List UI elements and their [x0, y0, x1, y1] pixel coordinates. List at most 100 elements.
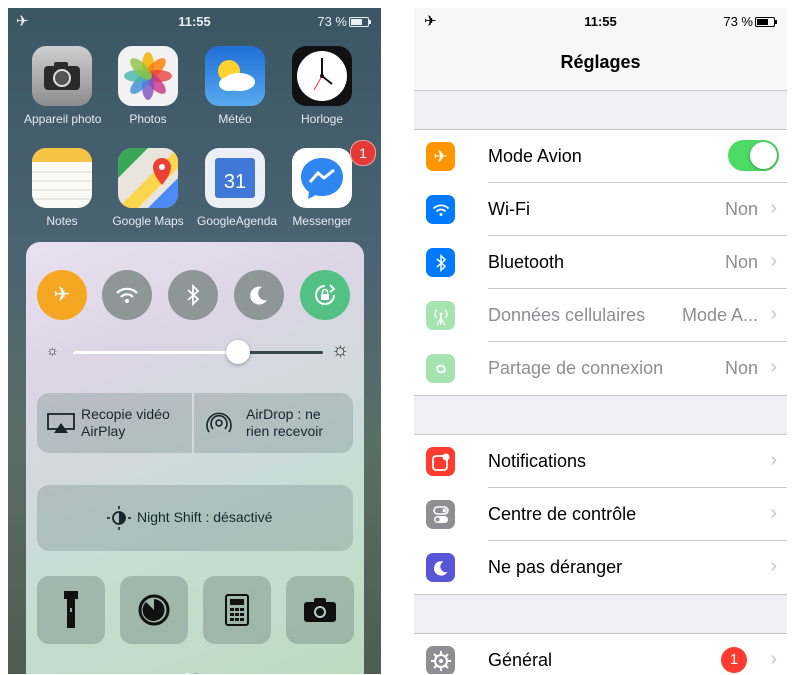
settings-row-hotspot[interactable]: Partage de connexion Non › — [414, 342, 787, 395]
airplay-mirroring-button[interactable]: Recopie vidéo AirPlay — [37, 393, 192, 453]
night-shift-label: Night Shift : désactivé — [137, 509, 273, 525]
settings-row-wifi[interactable]: Wi-Fi Non › — [414, 183, 787, 236]
update-badge: 1 — [721, 647, 747, 673]
row-label: Mode Avion — [488, 146, 582, 166]
app-label: Google Maps — [112, 214, 184, 228]
brightness-low-icon: ☼ — [46, 342, 59, 358]
brightness-thumb[interactable] — [226, 340, 250, 364]
brightness-high-icon: ☼ — [331, 339, 350, 361]
row-label: Bluetooth — [488, 252, 565, 272]
night-shift-button[interactable]: Night Shift : désactivé — [37, 485, 353, 551]
bluetooth-toggle[interactable] — [168, 270, 218, 320]
notification-badge: 1 — [350, 140, 376, 166]
settings-row-bluetooth[interactable]: Bluetooth Non › — [414, 236, 787, 289]
app-camera[interactable]: Appareil photo — [24, 46, 102, 126]
settings-row-general[interactable]: Général 1 › — [414, 634, 787, 674]
google-calendar-app-icon: 31 — [205, 148, 265, 208]
airdrop-icon — [206, 412, 232, 433]
navigation-bar: Réglages — [414, 34, 787, 91]
battery-icon — [349, 17, 371, 27]
settings-group-connectivity: ✈ Mode Avion Wi-Fi Non › Bluetooth Non › — [414, 129, 787, 396]
notes-app-icon — [32, 148, 92, 208]
airplay-label-line1: Recopie vidéo — [81, 406, 170, 422]
airplane-icon: ✈ — [426, 142, 455, 171]
row-value: Non — [724, 252, 758, 272]
chevron-right-icon: › — [770, 555, 777, 577]
app-label: Photos — [129, 112, 167, 126]
app-label: Messenger — [292, 214, 352, 228]
battery-icon — [755, 17, 777, 27]
airdrop-label-line1: AirDrop : ne — [246, 406, 321, 422]
page-indicator — [185, 665, 203, 674]
app-label: Notes — [46, 214, 78, 228]
settings-row-cellular[interactable]: Données cellulaires Mode A... › — [414, 289, 787, 342]
google-maps-app-icon — [118, 148, 178, 208]
wifi-toggle[interactable] — [102, 270, 152, 320]
chevron-right-icon: › — [770, 303, 777, 325]
row-label: Notifications — [488, 451, 587, 471]
brightness-slider[interactable] — [73, 340, 323, 364]
row-value: Mode A... — [681, 305, 758, 325]
rotation-lock-toggle[interactable] — [300, 270, 350, 320]
flashlight-button[interactable] — [37, 576, 105, 644]
messenger-app-icon — [292, 148, 352, 208]
airdrop-button[interactable]: AirDrop : ne rien recevoir — [194, 393, 353, 453]
settings-group-system: Notifications › Centre de contrôle › Ne … — [414, 434, 787, 595]
chevron-right-icon: › — [770, 648, 777, 670]
settings-row-do-not-disturb[interactable]: Ne pas déranger › — [414, 541, 787, 594]
app-label: GoogleAgenda — [197, 214, 278, 228]
do-not-disturb-icon — [426, 553, 455, 582]
status-bar: ✈ 11:55 73 % — [414, 8, 787, 34]
moon-icon — [250, 286, 267, 305]
timer-button[interactable] — [120, 576, 188, 644]
clock-app-icon — [292, 46, 352, 106]
app-weather[interactable]: Météo — [197, 46, 273, 126]
row-label: Wi-Fi — [488, 199, 530, 219]
brightness-fill — [73, 351, 238, 354]
settings-row-control-center[interactable]: Centre de contrôle › — [414, 488, 787, 541]
control-center-icon — [426, 500, 455, 529]
settings-row-notifications[interactable]: Notifications › — [414, 435, 787, 488]
chevron-right-icon: › — [770, 502, 777, 524]
settings-group-general: Général 1 › — [414, 633, 787, 674]
airplay-label-line2: AirPlay — [81, 423, 126, 439]
settings-row-airplane-mode[interactable]: ✈ Mode Avion — [414, 130, 787, 183]
app-clock[interactable]: Horloge — [284, 46, 360, 126]
rotation-lock-icon — [315, 284, 336, 305]
app-label: Météo — [218, 112, 252, 126]
settings-screen: ✈ 11:55 73 % Réglages ✈ Mode Avion Wi-Fi… — [414, 8, 787, 674]
page-title: Réglages — [560, 52, 641, 72]
app-google-maps[interactable]: Google Maps — [110, 148, 186, 228]
airplane-mode-switch[interactable] — [728, 140, 779, 171]
chevron-right-icon: › — [770, 197, 777, 219]
timer-icon — [138, 594, 170, 626]
notifications-icon — [426, 447, 455, 476]
chevron-right-icon: › — [770, 356, 777, 378]
battery-percent: 73 % — [317, 14, 347, 29]
row-value: Non — [724, 358, 758, 378]
app-messenger[interactable]: Messenger — [284, 148, 360, 228]
app-notes[interactable]: Notes — [24, 148, 100, 228]
calculator-button[interactable] — [203, 576, 271, 644]
chevron-right-icon: › — [770, 250, 777, 272]
control-center-screen: ✈ 11:55 73 % Appareil photo Photos Météo… — [8, 8, 381, 674]
airplane-toggle[interactable]: ✈ — [37, 270, 87, 320]
camera-button[interactable] — [286, 576, 354, 644]
gear-icon — [426, 646, 455, 674]
cellular-icon — [426, 301, 455, 330]
row-label: Général — [488, 650, 553, 670]
chevron-right-icon: › — [770, 449, 777, 471]
row-label: Données cellulaires — [488, 305, 646, 325]
app-google-calendar[interactable]: 31 GoogleAgenda — [197, 148, 278, 228]
calculator-icon — [225, 594, 249, 626]
airplay-icon — [47, 413, 75, 433]
wifi-icon — [426, 195, 455, 224]
app-label: Horloge — [300, 112, 344, 126]
airdrop-label-line2: rien recevoir — [246, 423, 324, 439]
wifi-icon — [116, 287, 138, 303]
app-label: Appareil photo — [24, 112, 102, 126]
bluetooth-icon — [426, 248, 455, 277]
do-not-disturb-toggle[interactable] — [234, 270, 284, 320]
camera-app-icon — [32, 46, 92, 106]
app-photos[interactable]: Photos — [110, 46, 186, 126]
